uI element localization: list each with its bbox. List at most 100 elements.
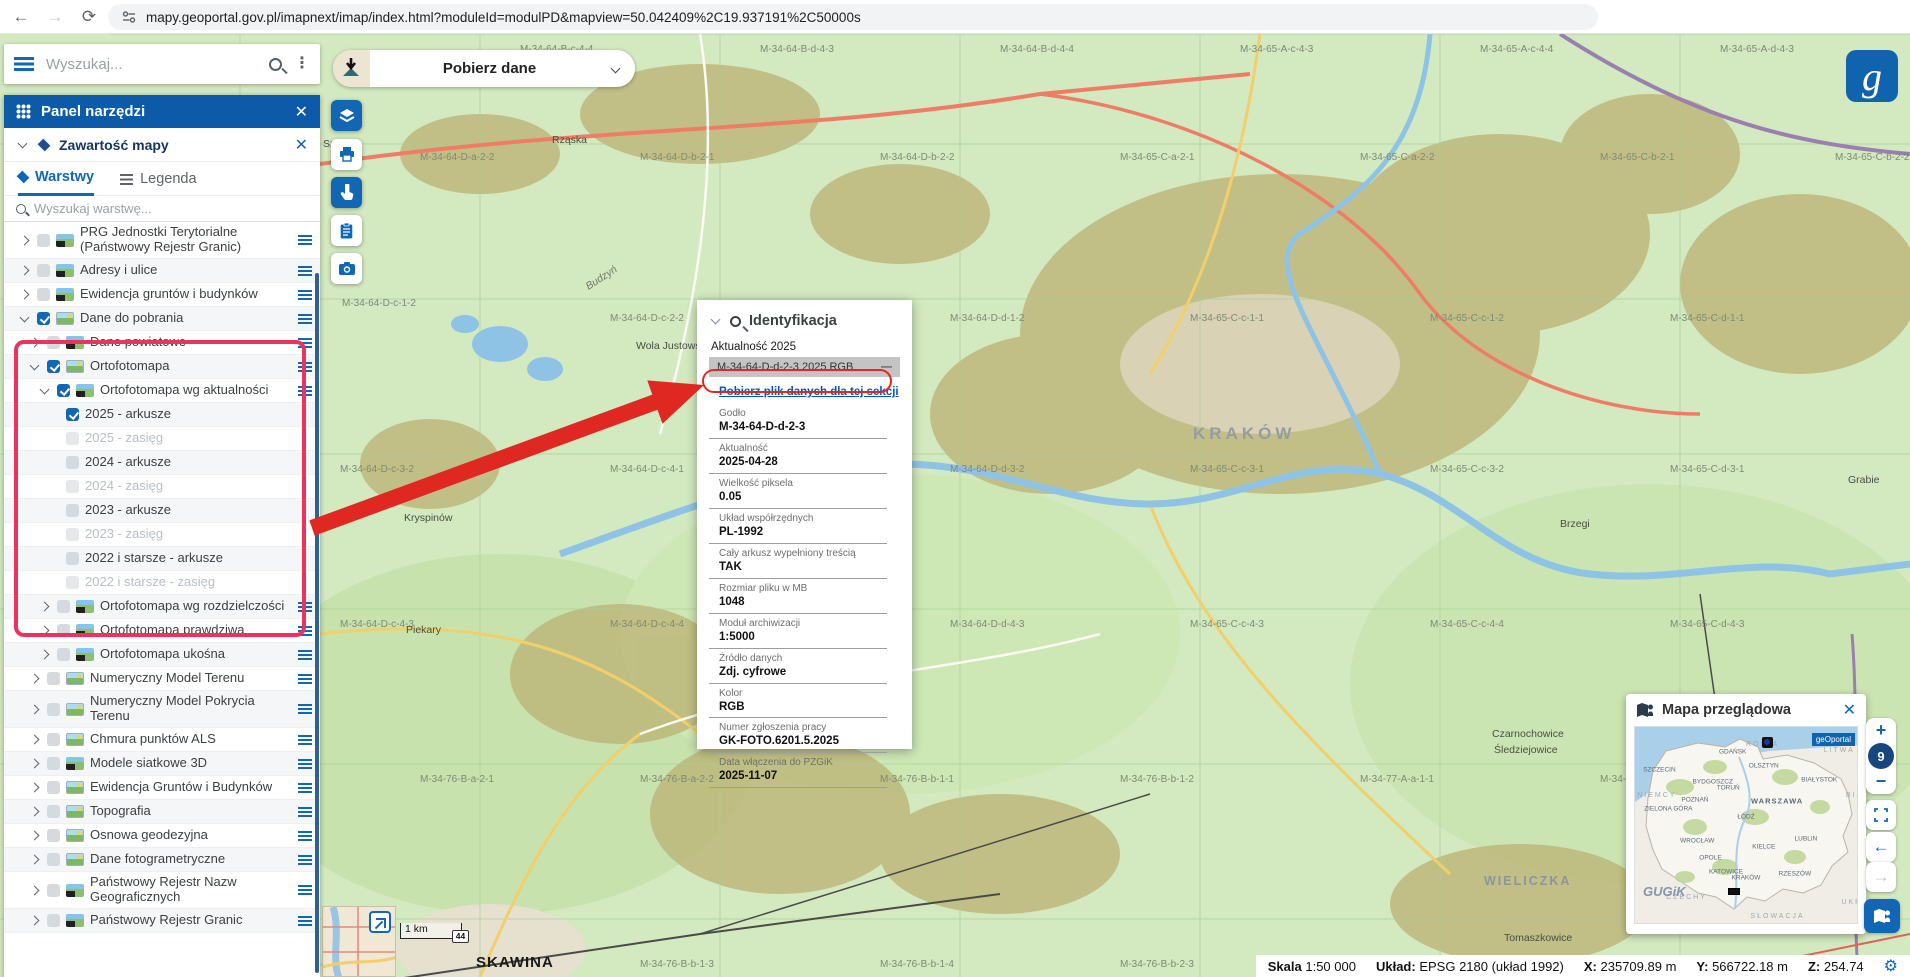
layer-checkbox[interactable] (37, 234, 50, 247)
layer-row[interactable]: 2025 - zasięg (4, 427, 320, 451)
layer-menu-icon[interactable] (298, 759, 312, 769)
layer-row[interactable]: Numeryczny Model Pokrycia Terenu (4, 691, 320, 728)
expand-chevron-icon[interactable] (30, 885, 40, 895)
expand-chevron-icon[interactable] (40, 626, 50, 636)
layer-row[interactable]: PRG Jednostki Terytorialne (Państwowy Re… (4, 222, 320, 259)
expand-chevron-icon[interactable] (20, 235, 30, 245)
collapse-minus-icon[interactable]: — (881, 361, 892, 373)
layer-checkbox[interactable] (47, 884, 60, 897)
map-content-close-icon[interactable]: ✕ (295, 135, 308, 155)
layer-checkbox[interactable] (57, 648, 70, 661)
global-search-bar[interactable]: Wyszukaj... ⋮ (4, 44, 320, 84)
kebab-menu-icon[interactable]: ⋮ (294, 59, 310, 69)
layer-row[interactable]: Ortofotomapa wg aktualności (4, 379, 320, 403)
layer-row[interactable]: Ewidencja Gruntów i Budynków (4, 776, 320, 800)
expand-chevron-icon[interactable] (30, 759, 40, 769)
layer-checkbox[interactable] (47, 914, 60, 927)
layer-row[interactable]: Ortofotomapa prawdziwa (4, 619, 320, 643)
layer-menu-icon[interactable] (298, 338, 312, 348)
layer-row[interactable]: Dane fotogrametryczne (4, 848, 320, 872)
layer-checkbox[interactable] (47, 733, 60, 746)
address-bar[interactable]: mapy.geoportal.gov.pl/imapnext/imap/inde… (108, 4, 1598, 30)
next-extent-button[interactable]: → (1866, 862, 1896, 892)
layer-menu-icon[interactable] (298, 783, 312, 793)
layer-row[interactable]: 2024 - zasięg (4, 475, 320, 499)
expand-chevron-icon[interactable] (30, 735, 40, 745)
download-section-link[interactable]: Pobierz plik danych dla tej sekcji (719, 386, 900, 398)
layer-checkbox[interactable] (47, 805, 60, 818)
layer-checkbox[interactable] (47, 757, 60, 770)
browser-back-icon[interactable]: ← (10, 7, 32, 27)
layer-checkbox[interactable] (66, 432, 79, 445)
layer-checkbox[interactable] (66, 456, 79, 469)
layer-search-input[interactable]: Wyszukaj warstwę... (4, 196, 320, 222)
layer-row[interactable]: Modele siatkowe 3D (4, 752, 320, 776)
layer-checkbox[interactable] (57, 384, 70, 397)
layer-menu-icon[interactable] (298, 916, 312, 926)
expand-chevron-icon[interactable] (30, 360, 40, 370)
layer-checkbox[interactable] (66, 408, 79, 421)
layer-menu-icon[interactable] (298, 807, 312, 817)
layer-menu-icon[interactable] (298, 885, 312, 895)
layer-menu-icon[interactable] (298, 314, 312, 324)
global-search-input[interactable]: Wyszukaj... (46, 56, 257, 73)
expand-chevron-icon[interactable] (30, 674, 40, 684)
layer-menu-icon[interactable] (298, 266, 312, 276)
expand-chevron-icon[interactable] (30, 704, 40, 714)
layer-row[interactable]: Topografia (4, 800, 320, 824)
chevron-down-icon[interactable] (18, 138, 28, 148)
expand-chevron-icon[interactable] (20, 290, 30, 300)
zoom-out-button[interactable]: − (1866, 771, 1896, 792)
layer-checkbox[interactable] (57, 600, 70, 613)
browser-reload-icon[interactable]: ⟳ (78, 7, 100, 27)
layer-menu-icon[interactable] (298, 735, 312, 745)
layer-row[interactable]: Chmura punktów ALS (4, 728, 320, 752)
layer-row[interactable]: 2023 - zasięg (4, 523, 320, 547)
layer-row[interactable]: Adresy i ulice (4, 259, 320, 283)
layer-checkbox[interactable] (47, 853, 60, 866)
overview-toggle-button[interactable] (1864, 899, 1900, 933)
pobierz-dane-dropdown[interactable]: Pobierz dane (333, 50, 635, 87)
layer-menu-icon[interactable] (298, 831, 312, 841)
identify-tool-button[interactable] (331, 177, 362, 208)
layer-checkbox[interactable] (66, 528, 79, 541)
tab-legenda[interactable]: Legenda (120, 171, 196, 195)
layer-checkbox[interactable] (66, 504, 79, 517)
expand-chevron-icon[interactable] (30, 855, 40, 865)
browser-forward-icon[interactable]: → (44, 7, 66, 27)
popup-collapse-chevron[interactable] (711, 315, 721, 325)
layer-row[interactable]: 2025 - arkusze (4, 403, 320, 427)
layer-checkbox[interactable] (47, 703, 60, 716)
geoportal-logo[interactable]: g (1846, 50, 1898, 102)
screenshot-tool-button[interactable] (331, 253, 362, 284)
expand-chevron-icon[interactable] (40, 650, 50, 660)
zoom-in-button[interactable]: + (1866, 720, 1896, 741)
layer-checkbox[interactable] (66, 480, 79, 493)
layer-menu-icon[interactable] (298, 362, 312, 372)
tab-warstwy[interactable]: Warstwy (18, 169, 94, 196)
layer-menu-icon[interactable] (298, 235, 312, 245)
layer-row[interactable]: 2022 i starsze - arkusze (4, 547, 320, 571)
search-icon[interactable] (269, 58, 282, 71)
layer-row[interactable]: Dane powiatowe (4, 331, 320, 355)
expand-chevron-icon[interactable] (20, 312, 30, 322)
layer-menu-icon[interactable] (298, 626, 312, 636)
layer-menu-icon[interactable] (298, 674, 312, 684)
layer-menu-icon[interactable] (298, 602, 312, 612)
layer-row[interactable]: Osnowa geodezyjna (4, 824, 320, 848)
layer-row[interactable]: 2023 - arkusze (4, 499, 320, 523)
sidebar-scrollbar[interactable] (315, 273, 319, 973)
layer-row[interactable]: Dane do pobrania (4, 307, 320, 331)
expand-chevron-icon[interactable] (30, 338, 40, 348)
layer-row[interactable]: Ortofotomapa (4, 355, 320, 379)
previous-extent-button[interactable]: ← (1866, 832, 1896, 862)
layer-checkbox[interactable] (47, 360, 60, 373)
expand-chevron-icon[interactable] (30, 807, 40, 817)
layer-checkbox[interactable] (47, 672, 60, 685)
layer-menu-icon[interactable] (298, 290, 312, 300)
layer-checkbox[interactable] (37, 312, 50, 325)
layer-row[interactable]: Państwowy Rejestr Nazw Geograficznych (4, 872, 320, 909)
expand-chevron-icon[interactable] (40, 602, 50, 612)
expand-chevron-icon[interactable] (30, 916, 40, 926)
print-tool-button[interactable] (331, 139, 362, 170)
